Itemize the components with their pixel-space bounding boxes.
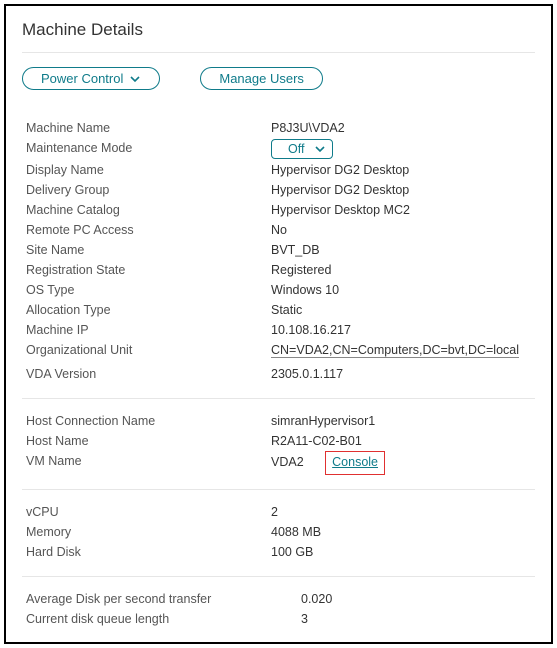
label-os-type: OS Type xyxy=(26,280,271,300)
toolbar: Power Control Manage Users xyxy=(22,67,535,90)
value-host-name: R2A11-C02-B01 xyxy=(271,431,362,451)
value-memory: 4088 MB xyxy=(271,522,321,542)
label-vcpu: vCPU xyxy=(26,502,271,522)
label-vda-version: VDA Version xyxy=(26,364,271,384)
manage-users-button[interactable]: Manage Users xyxy=(200,67,323,90)
divider xyxy=(22,52,535,53)
value-machine-catalog: Hypervisor Desktop MC2 xyxy=(271,200,410,220)
value-registration-state: Registered xyxy=(271,260,331,280)
label-organizational-unit: Organizational Unit xyxy=(26,340,271,360)
value-host-connection-name: simranHypervisor1 xyxy=(271,411,375,431)
value-hard-disk: 100 GB xyxy=(271,542,313,562)
label-host-connection-name: Host Connection Name xyxy=(26,411,271,431)
label-machine-name: Machine Name xyxy=(26,118,271,138)
section-machine: Machine Name P8J3U\VDA2 Maintenance Mode… xyxy=(22,118,535,399)
section-resources: vCPU 2 Memory 4088 MB Hard Disk 100 GB xyxy=(22,502,535,577)
value-vcpu: 2 xyxy=(271,502,278,522)
value-delivery-group: Hypervisor DG2 Desktop xyxy=(271,180,409,200)
console-link-highlight: Console xyxy=(325,451,385,475)
section-disk-stats: Average Disk per second transfer 0.020 C… xyxy=(22,589,535,643)
value-display-name: Hypervisor DG2 Desktop xyxy=(271,160,409,180)
label-allocation-type: Allocation Type xyxy=(26,300,271,320)
label-machine-ip: Machine IP xyxy=(26,320,271,340)
chevron-down-icon xyxy=(129,73,141,85)
maintenance-mode-select[interactable]: Off xyxy=(271,139,333,159)
label-registration-state: Registration State xyxy=(26,260,271,280)
value-machine-name: P8J3U\VDA2 xyxy=(271,118,345,138)
label-host-name: Host Name xyxy=(26,431,271,451)
value-organizational-unit: CN=VDA2,CN=Computers,DC=bvt,DC=local xyxy=(271,343,519,358)
label-delivery-group: Delivery Group xyxy=(26,180,271,200)
value-vda-version: 2305.0.1.117 xyxy=(271,364,343,384)
value-machine-ip: 10.108.16.217 xyxy=(271,320,351,340)
value-vm-name: VDA2 xyxy=(271,455,304,469)
power-control-label: Power Control xyxy=(41,71,123,86)
chevron-down-icon xyxy=(314,143,326,155)
maintenance-mode-value: Off xyxy=(288,140,304,158)
label-maintenance-mode: Maintenance Mode xyxy=(26,138,271,160)
label-hard-disk: Hard Disk xyxy=(26,542,271,562)
label-site-name: Site Name xyxy=(26,240,271,260)
label-memory: Memory xyxy=(26,522,271,542)
value-current-disk-queue: 3 xyxy=(301,609,308,629)
console-link[interactable]: Console xyxy=(332,455,378,469)
label-display-name: Display Name xyxy=(26,160,271,180)
label-avg-disk-transfer: Average Disk per second transfer xyxy=(26,589,301,609)
value-site-name: BVT_DB xyxy=(271,240,320,260)
value-os-type: Windows 10 xyxy=(271,280,339,300)
value-avg-disk-transfer: 0.020 xyxy=(301,589,332,609)
label-machine-catalog: Machine Catalog xyxy=(26,200,271,220)
label-current-disk-queue: Current disk queue length xyxy=(26,609,301,629)
value-allocation-type: Static xyxy=(271,300,302,320)
label-vm-name: VM Name xyxy=(26,451,271,475)
page-title: Machine Details xyxy=(22,20,535,40)
manage-users-label: Manage Users xyxy=(219,71,304,86)
machine-details-panel: Machine Details Power Control Manage Use… xyxy=(4,4,553,644)
section-host: Host Connection Name simranHypervisor1 H… xyxy=(22,411,535,490)
label-remote-pc-access: Remote PC Access xyxy=(26,220,271,240)
power-control-button[interactable]: Power Control xyxy=(22,67,160,90)
value-remote-pc-access: No xyxy=(271,220,287,240)
